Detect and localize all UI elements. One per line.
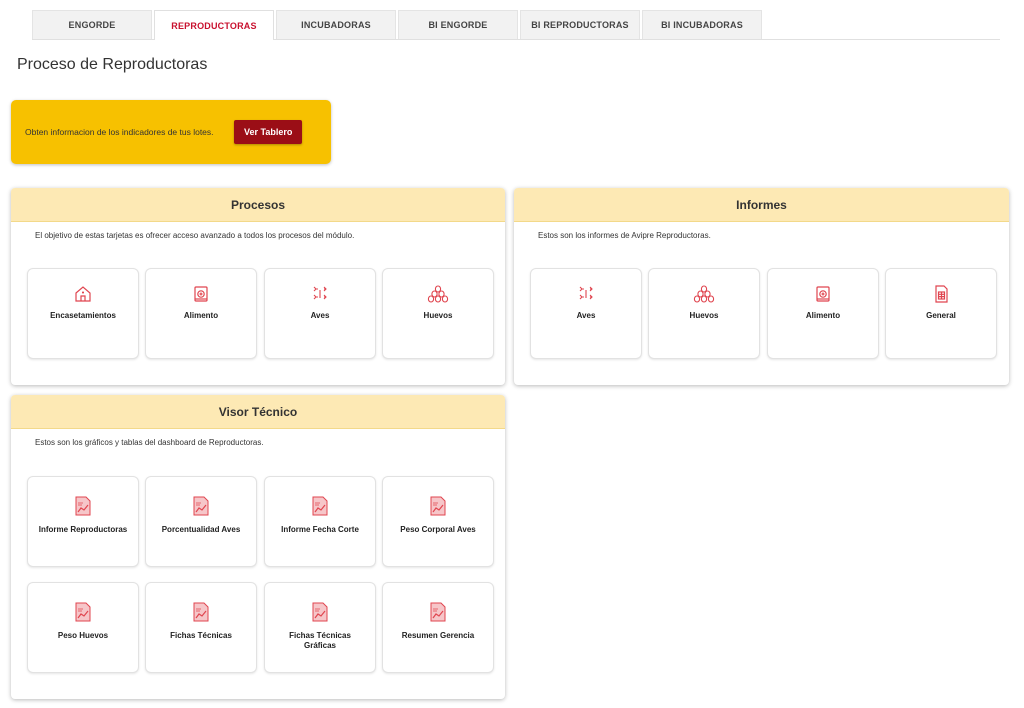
visor-tecnico-panel-description: Estos son los gráficos y tablas del dash… xyxy=(35,438,264,447)
chart-report-icon xyxy=(309,601,331,623)
birds-icon xyxy=(575,283,597,305)
card-label: Fichas Técnicas Gráficas xyxy=(289,631,351,651)
informes-panel-description: Estos son los informes de Avipre Reprodu… xyxy=(538,231,711,240)
banner-text: Obten informacion de los indicadores de … xyxy=(25,126,214,137)
procesos-panel-title: Procesos xyxy=(11,188,505,222)
card-label: Peso Corporal Aves xyxy=(400,525,476,534)
card-label: Aves xyxy=(576,311,596,320)
page-title: Proceso de Reproductoras xyxy=(17,56,208,73)
card-label: Aves xyxy=(310,311,330,320)
card-encasetamientos[interactable]: Encasetamientos xyxy=(27,268,139,359)
module-tabs: ENGORDE REPRODUCTORAS INCUBADORAS BI ENG… xyxy=(32,10,1000,40)
tab-engorde[interactable]: ENGORDE xyxy=(32,10,152,39)
card-peso-corporal-aves[interactable]: Peso Corporal Aves xyxy=(382,476,494,567)
chart-report-icon xyxy=(309,495,331,517)
tab-bi-incubadoras[interactable]: BI INCUBADORAS xyxy=(642,10,762,39)
chart-report-icon xyxy=(190,495,212,517)
eggs-icon xyxy=(693,283,715,305)
dashboard-banner: Obten informacion de los indicadores de … xyxy=(11,100,331,164)
card-resumen-gerencia[interactable]: Resumen Gerencia xyxy=(382,582,494,673)
card-label: Huevos xyxy=(423,311,453,320)
card-aves[interactable]: Aves xyxy=(264,268,376,359)
tab-bi-engorde[interactable]: BI ENGORDE xyxy=(398,10,518,39)
procesos-panel: Procesos El objetivo de estas tarjetas e… xyxy=(11,188,505,385)
card-label: Resumen Gerencia xyxy=(401,631,475,640)
card-huevos[interactable]: Huevos xyxy=(382,268,494,359)
report-document-icon xyxy=(930,283,952,305)
birds-icon xyxy=(309,283,331,305)
card-label: Informe Fecha Corte xyxy=(281,525,359,534)
chart-report-icon xyxy=(72,601,94,623)
feed-bag-icon xyxy=(812,283,834,305)
informes-panel: Informes Estos son los informes de Avipr… xyxy=(514,188,1009,385)
ver-tablero-button[interactable]: Ver Tablero xyxy=(234,120,303,144)
visor-tecnico-panel: Visor Técnico Estos son los gráficos y t… xyxy=(11,395,505,699)
chart-report-icon xyxy=(190,601,212,623)
chart-report-icon xyxy=(427,495,449,517)
card-informe-general[interactable]: General xyxy=(885,268,997,359)
card-informe-aves[interactable]: Aves xyxy=(530,268,642,359)
card-informe-fecha-corte[interactable]: Informe Fecha Corte xyxy=(264,476,376,567)
card-porcentualidad-aves[interactable]: Porcentualidad Aves xyxy=(145,476,257,567)
card-alimento[interactable]: Alimento xyxy=(145,268,257,359)
card-label: Alimento xyxy=(805,311,841,320)
tab-bi-reproductoras[interactable]: BI REPRODUCTORAS xyxy=(520,10,640,39)
feed-bag-icon xyxy=(190,283,212,305)
card-label: Huevos xyxy=(689,311,719,320)
card-informe-reproductoras[interactable]: Informe Reproductoras xyxy=(27,476,139,567)
card-informe-huevos[interactable]: Huevos xyxy=(648,268,760,359)
card-label: Porcentualidad Aves xyxy=(161,525,241,534)
visor-tecnico-panel-title: Visor Técnico xyxy=(11,395,505,429)
chart-report-icon xyxy=(72,495,94,517)
card-label: Fichas Técnicas xyxy=(170,631,232,640)
procesos-panel-description: El objetivo de estas tarjetas es ofrecer… xyxy=(35,231,355,240)
tab-incubadoras[interactable]: INCUBADORAS xyxy=(276,10,396,39)
tab-reproductoras[interactable]: REPRODUCTORAS xyxy=(154,10,274,40)
house-icon xyxy=(72,283,94,305)
chart-report-icon xyxy=(427,601,449,623)
eggs-icon xyxy=(427,283,449,305)
card-label: Peso Huevos xyxy=(57,631,109,640)
card-informe-alimento[interactable]: Alimento xyxy=(767,268,879,359)
card-label: Informe Reproductoras xyxy=(38,525,128,534)
card-label: General xyxy=(926,311,956,320)
card-fichas-tecnicas-graficas[interactable]: Fichas Técnicas Gráficas xyxy=(264,582,376,673)
card-label: Encasetamientos xyxy=(50,311,116,320)
informes-panel-title: Informes xyxy=(514,188,1009,222)
card-fichas-tecnicas[interactable]: Fichas Técnicas xyxy=(145,582,257,673)
card-label: Alimento xyxy=(183,311,219,320)
card-peso-huevos[interactable]: Peso Huevos xyxy=(27,582,139,673)
